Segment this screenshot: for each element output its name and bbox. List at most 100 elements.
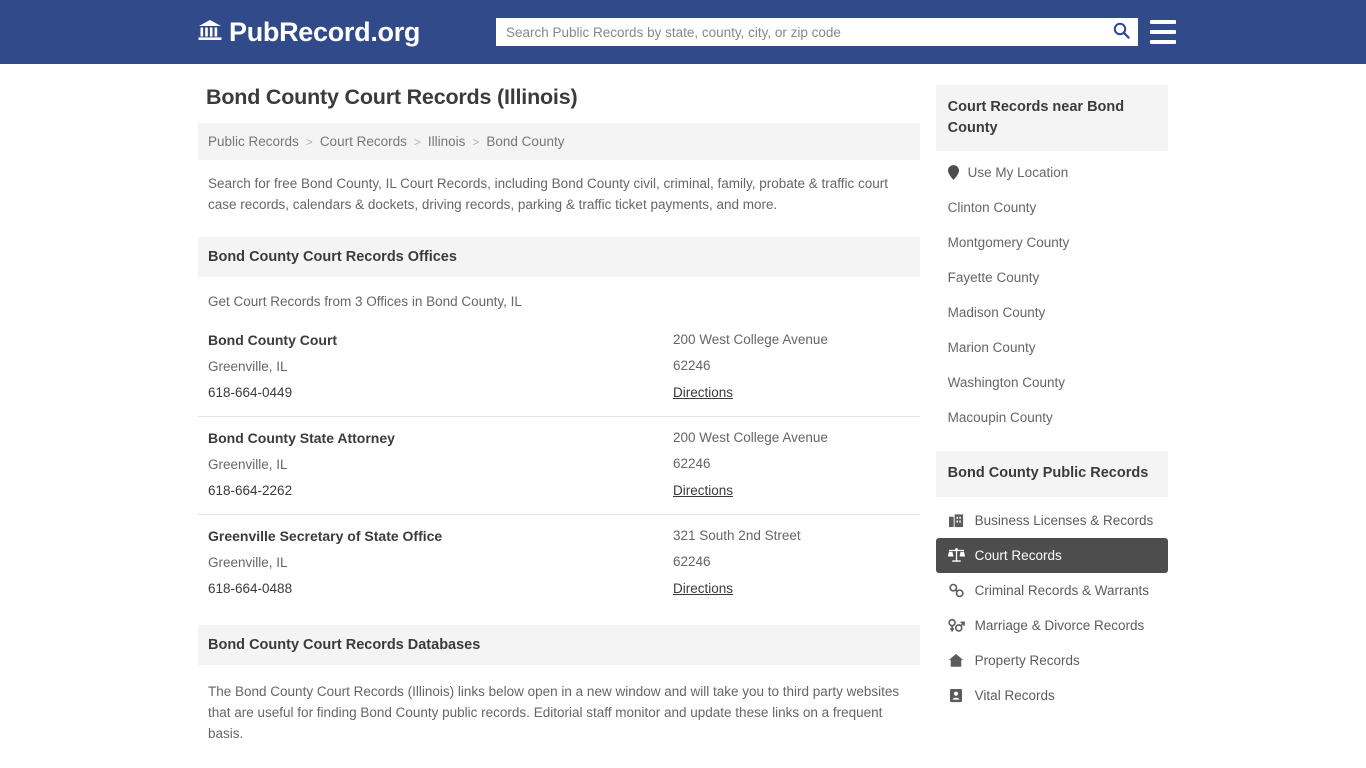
office-row: Bond County State Attorney Greenville, IL… xyxy=(198,417,920,515)
briefcase-icon xyxy=(948,513,965,528)
directions-link[interactable]: Directions xyxy=(673,483,733,498)
page-intro-text: Search for free Bond County, IL Court Re… xyxy=(208,176,889,212)
sidebar-nearby-list: Use My Location Clinton County Montgomery … xyxy=(936,151,1168,435)
sidebar-nearby-item[interactable]: Clinton County xyxy=(936,190,1168,225)
sidebar-category-label: Criminal Records & Warrants xyxy=(974,582,1149,598)
office-city: Greenville, IL xyxy=(208,554,288,570)
offices-list: Bond County Court Greenville, IL 618-664-0… xyxy=(198,319,920,612)
directions-link[interactable]: Directions xyxy=(673,581,733,596)
gender-symbols-icon xyxy=(947,618,965,633)
office-city: Greenville, IL xyxy=(208,456,288,472)
databases-list: Bond County Accident ReportsReport Chang… xyxy=(198,755,920,768)
sidebar-nearby-item[interactable]: Fayette County xyxy=(936,260,1168,295)
sidebar-category-item[interactable]: Property Records xyxy=(936,643,1168,678)
breadcrumb-item[interactable]: Court Records xyxy=(320,134,407,149)
office-name: Bond County State Attorney xyxy=(208,429,395,446)
breadcrumb-item[interactable]: Illinois xyxy=(428,134,466,149)
sidebar-nearby-item-label: Use My Location xyxy=(967,165,1069,181)
sidebar: Court Records near Bond County Use My Lo… xyxy=(935,85,1168,768)
map-pin-icon xyxy=(947,165,959,180)
sidebar-category-item[interactable]: Vital Records xyxy=(936,678,1168,713)
search-icon xyxy=(1113,22,1130,42)
breadcrumb: Public Records > Court Records > Illinois > Bo… xyxy=(198,123,920,160)
breadcrumb-separator: > xyxy=(305,134,313,149)
office-city: Greenville, IL xyxy=(208,358,288,374)
hamburger-menu-icon xyxy=(1150,30,1176,34)
offices-section-subheading: Get Court Records from 3 Offices in Bond… xyxy=(208,293,522,309)
office-phone: 618-664-0449 xyxy=(208,384,293,400)
office-details-left: Greenville Secretary of State Office Gree… xyxy=(208,528,673,598)
sidebar-nearby-item[interactable]: Use My Location xyxy=(936,151,1168,190)
office-phone: 618-664-0488 xyxy=(208,580,293,596)
site-logo-link[interactable]: PubRecord.org xyxy=(198,17,420,48)
site-header: PubRecord.org xyxy=(0,0,1366,64)
office-phone: 618-664-2262 xyxy=(208,482,293,498)
office-name: Bond County Court xyxy=(208,331,338,348)
sidebar-categories-heading: Bond County Public Records xyxy=(935,451,1168,497)
office-street: 200 West College Avenue xyxy=(673,331,828,347)
sidebar-nearby-item[interactable]: Madison County xyxy=(936,295,1168,330)
sidebar-category-label: Business Licenses & Records xyxy=(974,512,1154,528)
sidebar-category-label: Property Records xyxy=(974,652,1080,668)
sidebar-nearby-heading: Court Records near Bond County xyxy=(935,85,1168,152)
breadcrumb-separator: > xyxy=(472,134,480,149)
sidebar-nearby-item-label: Montgomery County xyxy=(947,235,1070,251)
hamburger-menu-icon xyxy=(1150,40,1176,44)
breadcrumb-item: Bond County xyxy=(486,134,565,149)
site-logo-text: PubRecord.org xyxy=(229,16,421,47)
office-zip: 62246 xyxy=(673,357,711,373)
bank-building-icon xyxy=(198,19,222,46)
sidebar-nearby-item-label: Marion County xyxy=(947,340,1036,356)
sidebar-categories-wrap: Business Licenses & Records Court Records… xyxy=(935,497,1168,713)
office-details-left: Bond County Court Greenville, IL 618-664-0… xyxy=(208,332,673,402)
search-input[interactable] xyxy=(496,18,1104,46)
office-details-right: 200 West College Avenue 62246 Directions xyxy=(673,430,910,500)
sidebar-nearby-item[interactable]: Washington County xyxy=(936,365,1168,400)
office-details-right: 200 West College Avenue 62246 Directions xyxy=(673,332,910,402)
content-container: Bond County Court Records (Illinois) Pub… xyxy=(198,85,1168,768)
sidebar-nearby-item-label: Madison County xyxy=(947,305,1046,321)
page-title: Bond County Court Records (Illinois) xyxy=(206,85,578,109)
handcuffs-icon xyxy=(948,583,965,598)
scales-of-justice-icon xyxy=(947,547,965,563)
hamburger-menu-icon xyxy=(1150,20,1176,24)
sidebar-category-label: Marriage & Divorce Records xyxy=(974,617,1145,633)
sidebar-category-label: Vital Records xyxy=(974,687,1055,703)
sidebar-categories-list: Business Licenses & Records Court Records… xyxy=(935,503,1168,713)
breadcrumb-separator: > xyxy=(413,134,421,149)
sidebar-nearby-item[interactable]: Macoupin County xyxy=(936,400,1168,435)
office-zip: 62246 xyxy=(673,553,711,569)
database-entry: Bond County Accident ReportsReport Chang… xyxy=(198,755,920,768)
offices-section-heading: Bond County Court Records Offices xyxy=(198,236,920,277)
sidebar-category-item[interactable]: Criminal Records & Warrants xyxy=(936,573,1168,608)
office-street: 200 West College Avenue xyxy=(673,429,828,445)
office-details-right: 321 South 2nd Street 62246 Directions xyxy=(673,528,910,598)
databases-section-heading: Bond County Court Records Databases xyxy=(198,624,920,665)
search-button[interactable] xyxy=(1104,18,1138,46)
sidebar-category-label: Court Records xyxy=(974,547,1062,563)
home-icon xyxy=(948,653,965,668)
id-card-icon xyxy=(948,688,965,703)
sidebar-category-item[interactable]: Marriage & Divorce Records xyxy=(936,608,1168,643)
sidebar-category-item[interactable]: Court Records xyxy=(935,537,1168,573)
sidebar-category-item[interactable]: Business Licenses & Records xyxy=(936,503,1168,538)
hamburger-menu-button[interactable] xyxy=(1150,20,1176,44)
office-row: Bond County Court Greenville, IL 618-664-0… xyxy=(198,319,920,417)
sidebar-nearby-item[interactable]: Montgomery County xyxy=(936,225,1168,260)
sidebar-nearby-item[interactable]: Marion County xyxy=(936,330,1168,365)
breadcrumb-item[interactable]: Public Records xyxy=(208,134,299,149)
search-bar xyxy=(496,18,1138,46)
office-name: Greenville Secretary of State Office xyxy=(208,527,443,544)
office-zip: 62246 xyxy=(673,455,711,471)
sidebar-nearby-item-label: Washington County xyxy=(947,375,1065,391)
office-details-left: Bond County State Attorney Greenville, IL… xyxy=(208,430,673,500)
office-row: Greenville Secretary of State Office Gree… xyxy=(198,515,920,612)
directions-link[interactable]: Directions xyxy=(673,385,733,400)
sidebar-nearby-item-label: Clinton County xyxy=(947,200,1037,216)
page-body: Bond County Court Records (Illinois) Pub… xyxy=(0,64,1366,768)
office-street: 321 South 2nd Street xyxy=(673,527,801,543)
sidebar-nearby-item-label: Macoupin County xyxy=(947,410,1053,426)
main-column: Bond County Court Records (Illinois) Pub… xyxy=(198,85,920,768)
sidebar-nearby-item-label: Fayette County xyxy=(947,270,1040,286)
